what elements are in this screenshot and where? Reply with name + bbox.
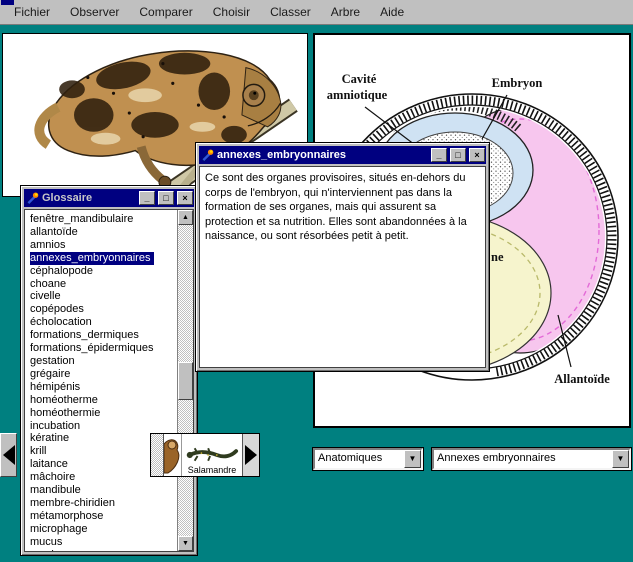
glossary-term[interactable]: homéothermie xyxy=(30,407,100,420)
minimize-button[interactable]: _ xyxy=(431,148,447,162)
definition-text: Ce sont des organes provisoires, situés … xyxy=(199,166,486,368)
app-window: FichierObserverComparerChoisirClasserArb… xyxy=(0,0,633,562)
definition-title: annexes_embryonnaires xyxy=(217,149,428,161)
menu-item[interactable]: Comparer xyxy=(129,2,202,23)
minimize-button[interactable]: _ xyxy=(139,191,155,205)
label-embryon: Embryon xyxy=(492,76,543,90)
label-cavite-amniotique: Cavité xyxy=(342,72,377,86)
menu-item[interactable]: Observer xyxy=(60,2,129,23)
glossary-term[interactable]: incubation xyxy=(30,420,80,433)
glossary-term[interactable]: annexes_embryonnaires xyxy=(30,252,154,265)
glossary-body: fenêtre_mandibulaireallantoïdeamniosanne… xyxy=(24,209,194,552)
close-button[interactable]: × xyxy=(177,191,193,205)
maximize-button[interactable]: □ xyxy=(158,191,174,205)
glossary-term[interactable]: kératine xyxy=(30,432,69,445)
scroll-down-icon[interactable]: ▼ xyxy=(178,536,193,551)
glossary-term[interactable]: métamorphose xyxy=(30,510,103,523)
left-triangle-icon xyxy=(3,445,15,465)
glossary-titlebar[interactable]: Glossaire _ □ × xyxy=(24,189,194,207)
partial-animal-image xyxy=(164,434,182,476)
glossary-term[interactable]: mucus xyxy=(30,536,62,549)
species-thumbnail-partial[interactable] xyxy=(164,434,182,476)
glossary-title: Glossaire xyxy=(42,192,136,204)
torch-icon xyxy=(201,149,214,162)
category-select[interactable]: Anatomiques ▼ xyxy=(313,448,423,470)
glossary-term[interactable]: hémipénis xyxy=(30,381,80,394)
category-select-value: Anatomiques xyxy=(315,450,404,468)
chevron-down-icon[interactable]: ▼ xyxy=(612,450,629,468)
strip-scrollbar[interactable] xyxy=(151,434,164,476)
definition-titlebar[interactable]: annexes_embryonnaires _ □ × xyxy=(199,146,486,164)
glossary-term[interactable]: amnios xyxy=(30,239,65,252)
right-triangle-icon xyxy=(245,445,257,465)
species-thumbnail-salamandre[interactable]: Salamandre xyxy=(182,434,242,476)
label-cavite-amniotique-2: amniotique xyxy=(327,88,388,102)
menu-item[interactable]: Choisir xyxy=(203,2,260,23)
next-species-button[interactable] xyxy=(242,434,259,476)
glossary-term[interactable]: céphalopode xyxy=(30,265,93,278)
definition-window: annexes_embryonnaires _ □ × Ce sont des … xyxy=(195,142,490,372)
menu-bar: FichierObserverComparerChoisirClasserArb… xyxy=(0,0,633,25)
previous-species-button[interactable] xyxy=(0,433,17,477)
menu-item[interactable]: Aide xyxy=(370,2,414,23)
glossary-term[interactable]: grégaire xyxy=(30,368,70,381)
species-strip: Salamandre xyxy=(150,433,260,477)
close-button[interactable]: × xyxy=(469,148,485,162)
term-select-value: Annexes embryonnaires xyxy=(434,450,612,468)
glossary-term[interactable]: civelle xyxy=(30,290,61,303)
term-select[interactable]: Annexes embryonnaires ▼ xyxy=(432,448,631,470)
torch-icon xyxy=(26,192,39,205)
salamander-image xyxy=(185,445,239,465)
glossary-term[interactable]: homéotherme xyxy=(30,394,98,407)
menu-item[interactable]: Arbre xyxy=(321,2,370,23)
thumbnail-label: Salamandre xyxy=(188,465,237,475)
glossary-term[interactable]: mandibule xyxy=(30,484,81,497)
glossary-term[interactable]: microphage xyxy=(30,523,87,536)
menu-item[interactable]: Classer xyxy=(260,2,321,23)
maximize-button[interactable]: □ xyxy=(450,148,466,162)
glossary-term[interactable]: mâchoire xyxy=(30,471,75,484)
glossary-term-list: fenêtre_mandibulaireallantoïdeamniosanne… xyxy=(25,210,177,551)
window-title-fragment xyxy=(1,0,14,5)
glossary-term[interactable]: laitance xyxy=(30,458,68,471)
glossary-term[interactable]: écholocation xyxy=(30,316,92,329)
chevron-down-icon[interactable]: ▼ xyxy=(404,450,421,468)
glossary-term[interactable]: copépodes xyxy=(30,303,84,316)
label-clipped-fragment: ne xyxy=(491,250,504,264)
glossary-term[interactable]: allantoïde xyxy=(30,226,78,239)
scrollbar-thumb[interactable] xyxy=(178,362,193,400)
label-allantoide: Allantoïde xyxy=(554,372,610,386)
glossary-term[interactable]: fenêtre_mandibulaire xyxy=(30,213,133,226)
glossary-scrollbar[interactable]: ▲ ▼ xyxy=(177,210,193,551)
glossary-term[interactable]: krill xyxy=(30,445,47,458)
scrollbar-track[interactable] xyxy=(178,225,193,536)
glossary-term[interactable]: omnivore xyxy=(30,549,75,551)
glossary-term[interactable]: choane xyxy=(30,278,66,291)
glossary-term[interactable]: membre-chiridien xyxy=(30,497,115,510)
glossary-term[interactable]: formations_épidermiques xyxy=(30,342,154,355)
glossary-window: Glossaire _ □ × fenêtre_mandibulairealla… xyxy=(20,185,198,556)
glossary-term[interactable]: gestation xyxy=(30,355,75,368)
scroll-up-icon[interactable]: ▲ xyxy=(178,210,193,225)
glossary-term[interactable]: formations_dermiques xyxy=(30,329,139,342)
